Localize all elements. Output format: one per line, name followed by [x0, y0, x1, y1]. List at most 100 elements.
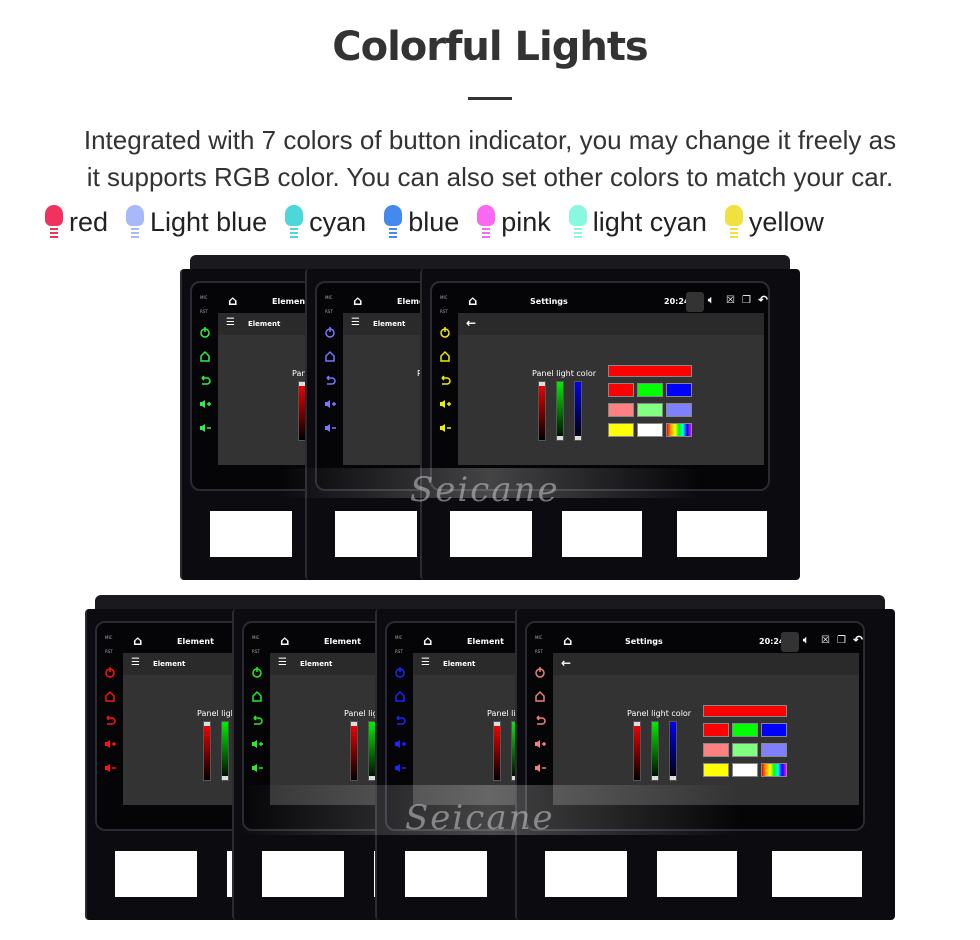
color-slider[interactable] — [633, 721, 641, 781]
color-swatch[interactable] — [761, 723, 787, 737]
power-icon[interactable] — [439, 323, 451, 338]
menu-icon[interactable]: ☰ — [421, 657, 430, 668]
home-icon[interactable]: ⌂ — [133, 634, 142, 649]
home-icon[interactable] — [199, 347, 211, 362]
slider-handle[interactable] — [652, 776, 658, 780]
back-icon[interactable]: ↶ — [758, 293, 768, 307]
volume-down-icon[interactable] — [251, 759, 263, 772]
home-icon[interactable] — [324, 347, 336, 362]
color-slider[interactable] — [556, 381, 564, 441]
back-icon[interactable] — [324, 371, 336, 385]
back-icon[interactable] — [104, 711, 116, 725]
slider-handle[interactable] — [539, 382, 545, 386]
home-icon[interactable]: ⌂ — [423, 634, 432, 649]
power-icon[interactable] — [251, 663, 263, 678]
color-slider[interactable] — [574, 381, 582, 441]
home-icon[interactable]: ⌂ — [563, 634, 572, 649]
color-swatch[interactable] — [666, 423, 692, 437]
color-slider[interactable] — [651, 721, 659, 781]
volume-down-icon[interactable] — [534, 759, 546, 772]
volume-up-icon[interactable] — [324, 395, 336, 408]
color-swatch[interactable] — [608, 403, 634, 417]
camera-icon[interactable] — [686, 292, 704, 312]
color-swatch[interactable] — [608, 365, 692, 377]
color-swatch[interactable] — [637, 423, 663, 437]
volume-down-icon[interactable] — [324, 419, 336, 432]
color-swatch[interactable] — [703, 705, 787, 717]
windows-icon[interactable]: ❐ — [837, 635, 846, 646]
volume-up-icon[interactable] — [251, 735, 263, 748]
volume-down-icon[interactable] — [394, 759, 406, 772]
power-icon[interactable] — [534, 663, 546, 678]
home-icon[interactable]: ⌂ — [468, 294, 477, 309]
color-swatch[interactable] — [732, 743, 758, 757]
slider-handle[interactable] — [494, 722, 500, 726]
back-icon[interactable]: ↶ — [853, 633, 863, 647]
color-swatch[interactable] — [703, 743, 729, 757]
volume-up-icon[interactable] — [439, 395, 451, 408]
windows-icon[interactable]: ❐ — [742, 295, 751, 306]
color-swatch[interactable] — [637, 383, 663, 397]
color-swatch[interactable] — [703, 723, 729, 737]
slider-handle[interactable] — [204, 722, 210, 726]
power-icon[interactable] — [199, 323, 211, 338]
home-icon[interactable]: ⌂ — [280, 634, 289, 649]
slider-handle[interactable] — [557, 436, 563, 440]
color-swatch[interactable] — [732, 723, 758, 737]
color-swatch[interactable] — [608, 383, 634, 397]
color-slider[interactable] — [669, 721, 677, 781]
volume-down-icon[interactable] — [199, 419, 211, 432]
volume-icon[interactable]: 🔈︎ — [803, 635, 809, 646]
slider-handle[interactable] — [634, 722, 640, 726]
color-swatch[interactable] — [637, 403, 663, 417]
slider-handle[interactable] — [575, 436, 581, 440]
color-swatch[interactable] — [761, 743, 787, 757]
color-slider[interactable] — [493, 721, 501, 781]
back-arrow-icon[interactable]: ← — [561, 656, 571, 670]
home-icon[interactable] — [394, 687, 406, 702]
close-icon[interactable]: ☒ — [726, 295, 735, 306]
volume-up-icon[interactable] — [104, 735, 116, 748]
home-icon[interactable] — [534, 687, 546, 702]
back-icon[interactable] — [394, 711, 406, 725]
back-arrow-icon[interactable]: ← — [466, 316, 476, 330]
power-icon[interactable] — [324, 323, 336, 338]
volume-up-icon[interactable] — [394, 735, 406, 748]
close-icon[interactable]: ☒ — [821, 635, 830, 646]
menu-icon[interactable]: ☰ — [131, 657, 140, 668]
slider-handle[interactable] — [351, 722, 357, 726]
menu-icon[interactable]: ☰ — [278, 657, 287, 668]
color-swatch[interactable] — [732, 763, 758, 777]
color-slider[interactable] — [538, 381, 546, 441]
color-swatch[interactable] — [666, 403, 692, 417]
menu-icon[interactable]: ☰ — [351, 317, 360, 328]
home-icon[interactable] — [439, 347, 451, 362]
volume-up-icon[interactable] — [534, 735, 546, 748]
back-icon[interactable] — [439, 371, 451, 385]
home-icon[interactable] — [104, 687, 116, 702]
slider-handle[interactable] — [670, 776, 676, 780]
back-icon[interactable] — [534, 711, 546, 725]
home-icon[interactable]: ⌂ — [353, 294, 362, 309]
color-swatch[interactable] — [703, 763, 729, 777]
slider-handle[interactable] — [222, 776, 228, 780]
volume-down-icon[interactable] — [104, 759, 116, 772]
color-slider[interactable] — [221, 721, 229, 781]
power-icon[interactable] — [104, 663, 116, 678]
menu-icon[interactable]: ☰ — [226, 317, 235, 328]
back-icon[interactable] — [199, 371, 211, 385]
color-swatch[interactable] — [608, 423, 634, 437]
home-icon[interactable] — [251, 687, 263, 702]
home-icon[interactable]: ⌂ — [228, 294, 237, 309]
volume-up-icon[interactable] — [199, 395, 211, 408]
color-swatch[interactable] — [666, 383, 692, 397]
screen-title: Settings — [530, 297, 568, 306]
back-icon[interactable] — [251, 711, 263, 725]
power-icon[interactable] — [394, 663, 406, 678]
color-swatch[interactable] — [761, 763, 787, 777]
volume-icon[interactable]: 🔈︎ — [708, 295, 714, 306]
camera-icon[interactable] — [781, 632, 799, 652]
volume-down-icon[interactable] — [439, 419, 451, 432]
color-slider[interactable] — [203, 721, 211, 781]
color-slider[interactable] — [350, 721, 358, 781]
